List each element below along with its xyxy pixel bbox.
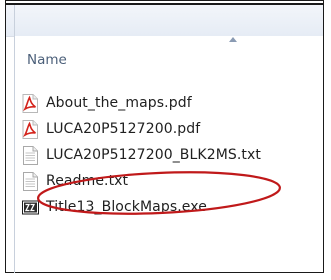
file-row-luca-blk2ms-txt[interactable]: LUCA20P5127200_BLK2MS.txt	[22, 142, 322, 168]
file-list: About_the_maps.pdf LUCA20P5127200.pdf LU…	[22, 90, 322, 220]
toolbar-strip	[6, 5, 323, 37]
sort-ascending-icon	[229, 37, 237, 42]
pdf-icon	[22, 119, 39, 139]
file-name: LUCA20P5127200.pdf	[46, 121, 201, 137]
text-file-icon	[22, 171, 39, 191]
explorer-window: Name About_the_maps.pdf LUCA20P5127200.p…	[0, 0, 331, 280]
file-name: LUCA20P5127200_BLK2MS.txt	[46, 147, 261, 163]
file-name: About_the_maps.pdf	[46, 95, 192, 111]
file-name: Readme.txt	[46, 173, 129, 189]
file-name: Title13_BlockMaps.exe	[46, 199, 207, 215]
file-row-luca-pdf[interactable]: LUCA20P5127200.pdf	[22, 116, 322, 142]
pdf-icon	[22, 93, 39, 113]
file-row-readme-txt[interactable]: Readme.txt	[22, 168, 322, 194]
column-header[interactable]: Name	[15, 36, 323, 76]
text-file-icon	[22, 145, 39, 165]
column-header-name[interactable]: Name	[27, 52, 67, 68]
executable-icon	[22, 198, 39, 217]
file-row-title13-blockmaps-exe[interactable]: Title13_BlockMaps.exe	[22, 194, 322, 220]
file-row-about-the-maps-pdf[interactable]: About_the_maps.pdf	[22, 90, 322, 116]
